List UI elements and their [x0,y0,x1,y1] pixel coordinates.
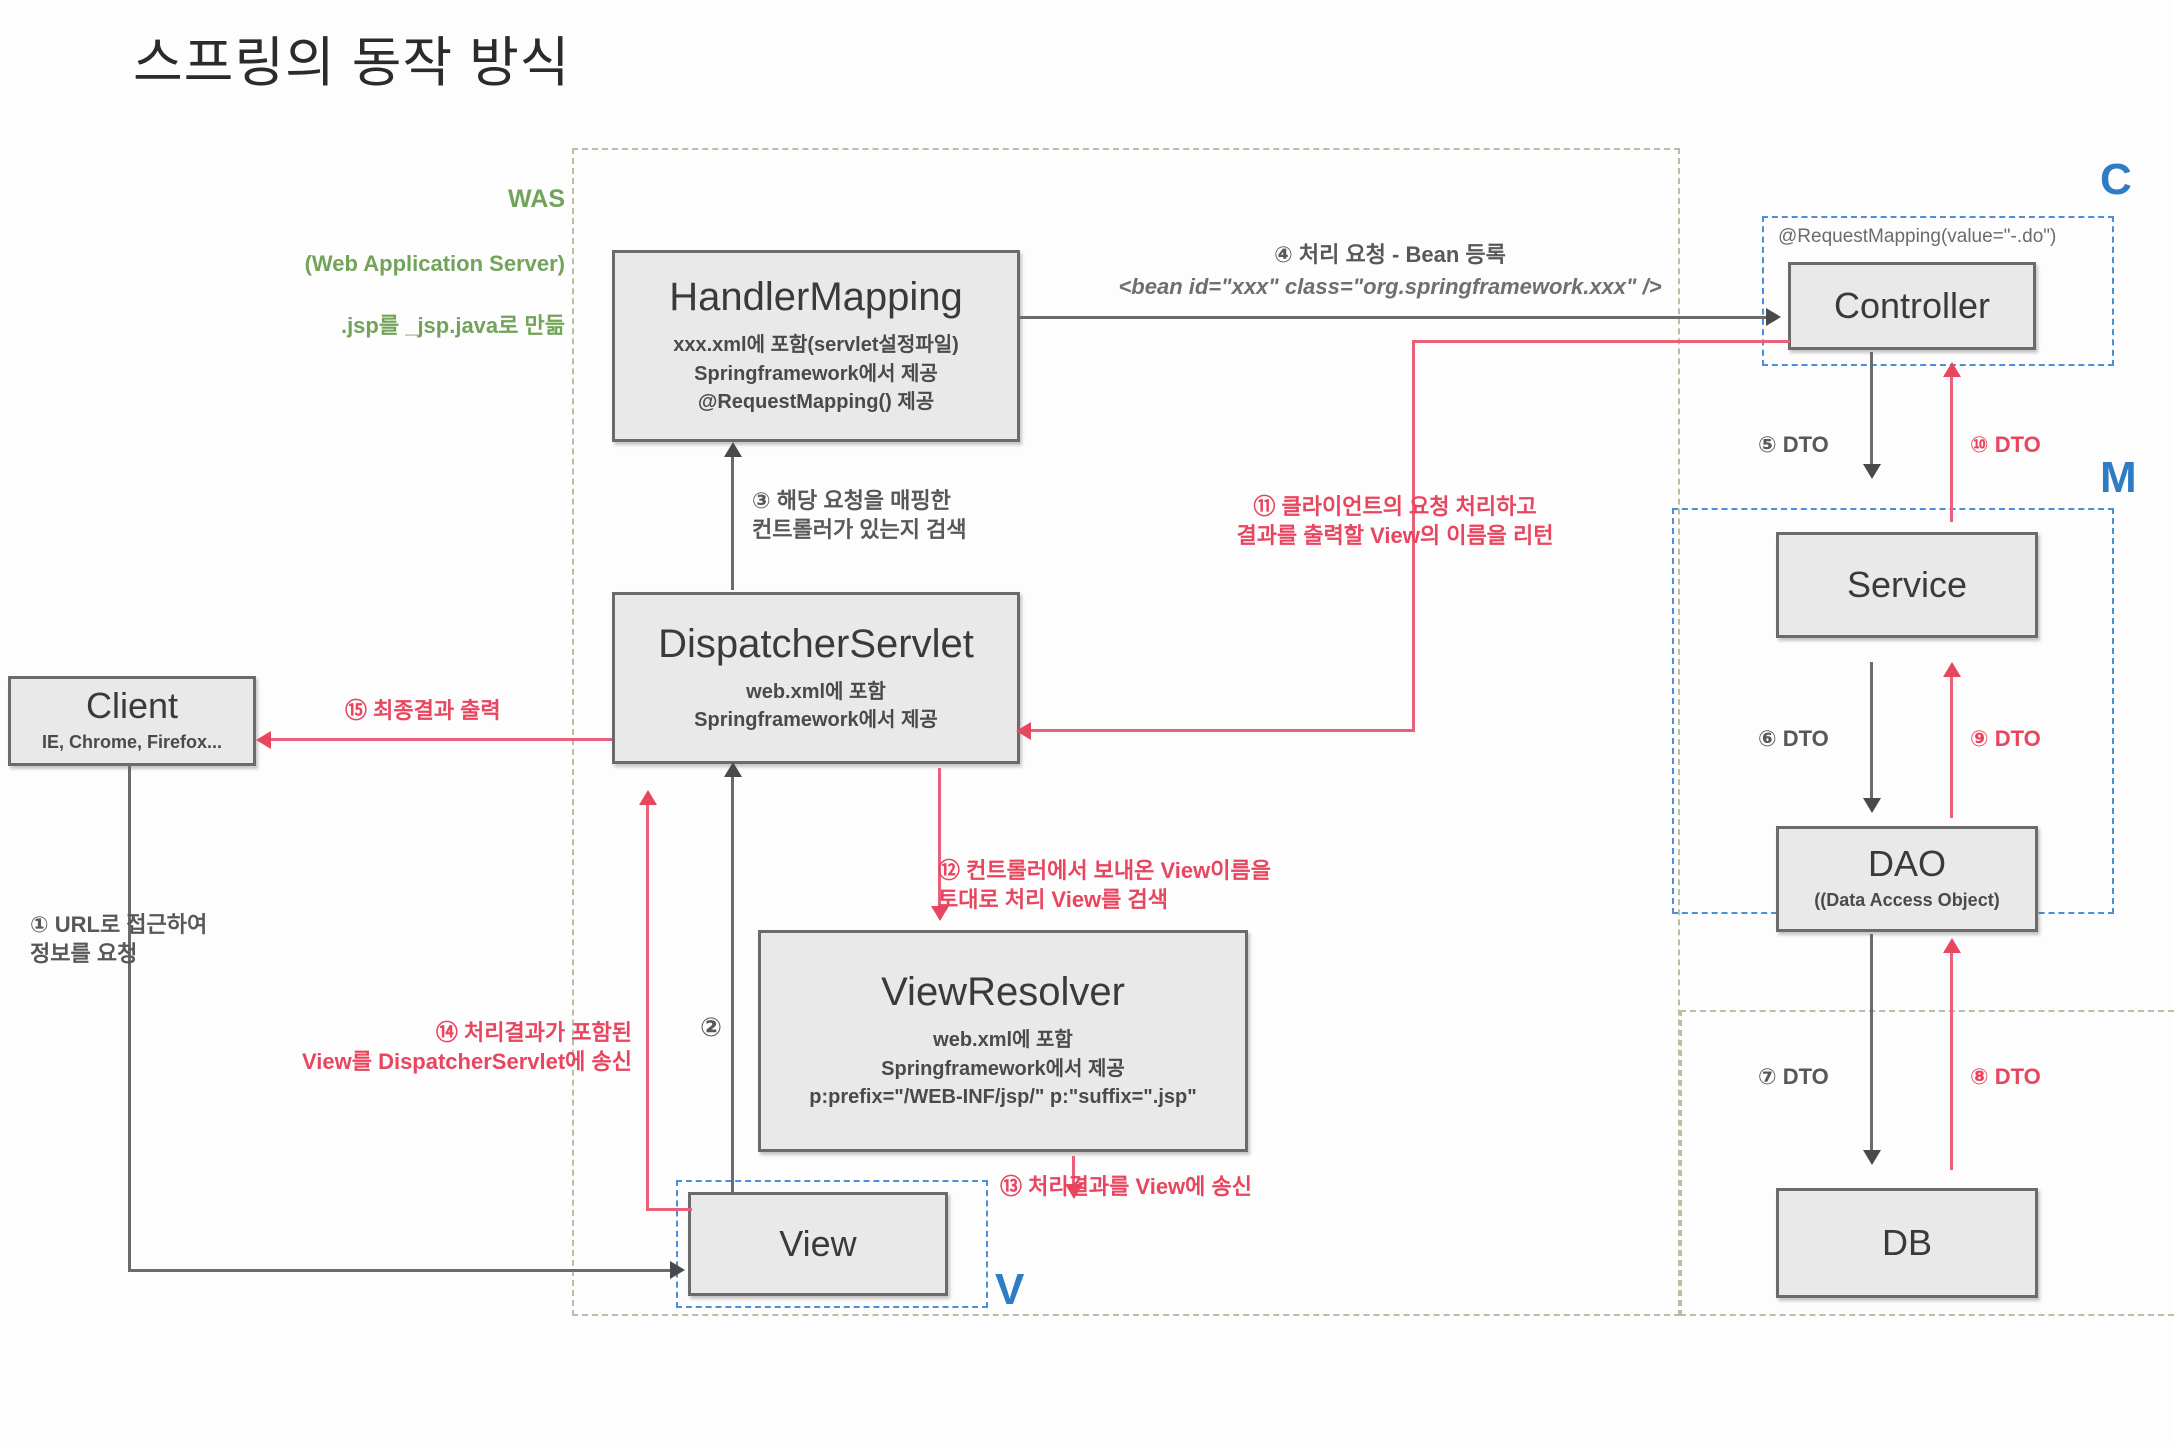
arrow-step9-line [1950,672,1953,818]
label-step12: ⑫ 컨트롤러에서 보내온 View이름을 토대로 처리 View를 검색 [938,858,1271,913]
arrow-step5-line [1870,352,1873,468]
was-label-line1: WAS [508,185,565,213]
label-step10: ⑩ DTO [1970,432,2041,457]
mvc-marker-m: M [2100,453,2137,502]
node-client-title: Client [85,685,179,727]
node-client[interactable]: Client IE, Chrome, Firefox... [8,676,256,766]
label-step8: ⑧ DTO [1970,1064,2041,1089]
arrow-step15-line [268,738,612,741]
node-dao[interactable]: DAO ((Data Access Object) [1776,826,2038,932]
arrow-step10-head [1943,362,1961,377]
label-step4-line1: ④ 처리 요청 - Bean 등록 [1274,242,1506,267]
node-view-resolver-subtitle: web.xml에 포함 Springframework에서 제공 p:prefi… [809,1029,1197,1109]
node-db-title: DB [1881,1222,1932,1264]
arrow-step11-segment-h-bottom [1028,729,1415,732]
node-view-resolver-title: ViewResolver [881,970,1125,1015]
arrow-step2-line [731,770,734,1192]
label-step13: ⑬ 처리결과를 View에 송신 [1000,1174,1252,1199]
node-db[interactable]: DB [1776,1188,2038,1298]
node-client-subtitle: IE, Chrome, Firefox... [41,732,223,753]
node-dispatcher-servlet-title: DispatcherServlet [658,621,974,666]
label-step4-line2: <bean id="xxx" class="org.springframewor… [1118,274,1662,299]
mvc-marker-c: C [2100,155,2132,204]
arrow-step14-segment-h [646,1208,692,1211]
was-label-line3: .jsp를 _jsp.java로 만듦 [340,313,565,339]
diagram-canvas: 스프링의 동작 방식 WAS (Web Application Server) … [0,0,2174,1446]
arrow-step3-head [724,442,742,457]
was-label-line2: (Web Application Server) [304,251,565,276]
arrow-step8-head [1943,938,1961,953]
node-controller[interactable]: Controller [1788,262,2036,350]
label-step6: ⑥ DTO [1758,726,1829,751]
arrow-step11-head [1016,722,1031,740]
node-dispatcher-servlet[interactable]: DispatcherServlet web.xml에 포함 Springfram… [612,592,1020,764]
arrow-step6-line [1870,662,1873,802]
label-step14: ⑭ 처리결과가 포함된 View를 DispatcherServlet에 송신 [301,1020,632,1075]
node-handler-mapping-subtitle: xxx.xml에 포함(servlet설정파일) Springframework… [673,334,959,414]
label-step9: ⑨ DTO [1970,726,2041,751]
node-controller-title: Controller [1833,285,1991,327]
label-step11: ⑪ 클라이언트의 요청 처리하고 결과를 출력할 View의 이름을 리턴 [1236,494,1554,549]
node-handler-mapping-title: HandlerMapping [669,275,963,320]
node-dao-title: DAO [1867,843,1946,885]
controller-annotation: @RequestMapping(value="-.do") [1778,226,2057,247]
arrow-step5-head [1863,464,1881,479]
arrow-step11-segment-h-top [1412,340,1790,343]
node-handler-mapping[interactable]: HandlerMapping xxx.xml에 포함(servlet설정파일) … [612,250,1020,442]
arrow-step8-line [1950,948,1953,1170]
node-view-resolver[interactable]: ViewResolver web.xml에 포함 Springframework… [758,930,1248,1152]
label-step1: ① URL로 접근하여 정보를 요청 [30,912,208,967]
label-step5: ⑤ DTO [1758,432,1829,457]
arrow-step7-line [1870,934,1873,1154]
node-view[interactable]: View [688,1192,948,1296]
node-service-title: Service [1846,564,1968,606]
arrow-step2-head [724,762,742,777]
arrow-step14-head [639,790,657,805]
arrow-step7-head [1863,1150,1881,1165]
arrow-step3-line [731,452,734,590]
arrow-step4-head [1766,308,1781,326]
arrow-step1-segment-v [128,766,131,1270]
mvc-marker-v: V [995,1265,1025,1314]
label-step2: ② [700,1012,723,1042]
arrow-step1-segment-h [128,1269,674,1272]
db-zone-left-edge [1680,1010,1682,1316]
arrow-step15-head [256,731,271,749]
node-service[interactable]: Service [1776,532,2038,638]
label-step15: ⑮ 최종결과 출력 [345,698,501,723]
node-view-title: View [779,1223,857,1265]
was-label: WAS (Web Application Server) .jsp를 _jsp.… [190,150,565,373]
node-dispatcher-servlet-subtitle: web.xml에 포함 Springframework에서 제공 [694,680,938,731]
arrow-step9-head [1943,662,1961,677]
arrow-step1-head [670,1261,685,1279]
node-dao-subtitle: ((Data Access Object) [1814,890,2000,911]
label-step7: ⑦ DTO [1758,1064,1829,1089]
arrow-step14-segment-v [646,800,649,1210]
arrow-step4-line [1020,316,1770,319]
arrow-step10-line [1950,372,1953,522]
arrow-step6-head [1863,798,1881,813]
page-title: 스프링의 동작 방식 [133,33,571,93]
label-step3: ③ 해당 요청을 매핑한 컨트롤러가 있는지 검색 [752,488,967,543]
